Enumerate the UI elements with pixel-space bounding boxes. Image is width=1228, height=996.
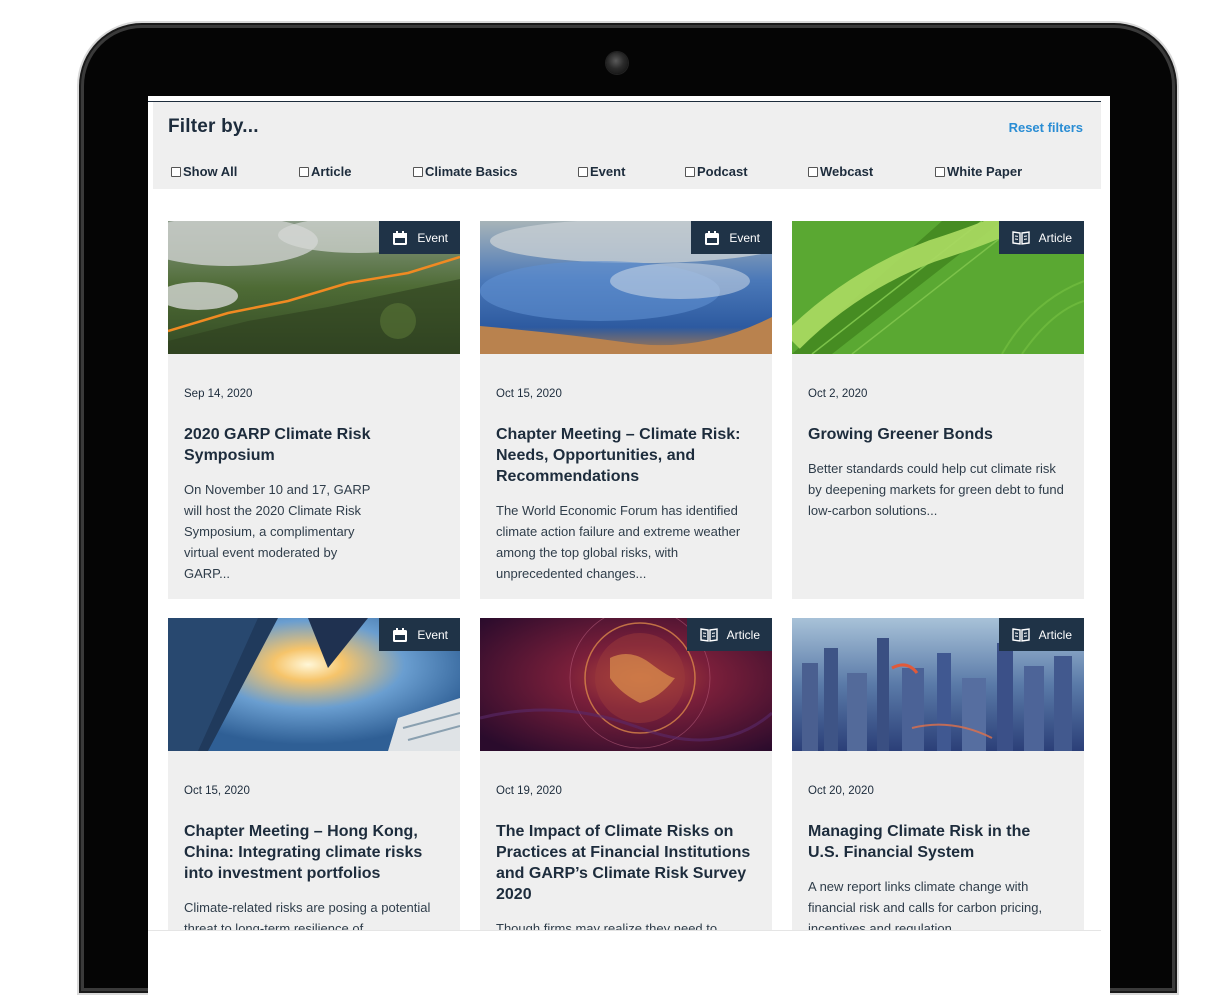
screen-bottom: [148, 931, 1110, 996]
card-date: Oct 15, 2020: [184, 785, 250, 797]
content-card[interactable]: Event Oct 15, 2020 Chapter Meeting – Hon…: [168, 618, 460, 948]
checkbox[interactable]: [299, 166, 309, 177]
card-title[interactable]: Growing Greener Bonds: [808, 424, 1070, 445]
type-badge: Event: [379, 221, 460, 254]
filter-podcast[interactable]: Podcast: [685, 164, 748, 179]
calendar-icon: [393, 230, 408, 245]
reset-filters-link[interactable]: Reset filters: [1009, 120, 1083, 135]
card-date: Oct 19, 2020: [496, 785, 562, 797]
content-card[interactable]: Article Oct 19, 2020 The Impact of Clima…: [480, 618, 772, 948]
card-description: On November 10 and 17, GARP will host th…: [184, 482, 371, 581]
screen: Filter by... Reset filters Show All Arti…: [148, 96, 1110, 996]
filter-show-all[interactable]: Show All: [171, 164, 237, 179]
type-badge: Article: [686, 618, 772, 651]
filter-climate-basics[interactable]: Climate Basics: [413, 164, 518, 179]
checkbox[interactable]: [171, 166, 181, 177]
card-title[interactable]: Chapter Meeting – Climate Risk: Needs, O…: [496, 424, 758, 487]
badge-label: Event: [417, 230, 448, 245]
card-date: Oct 2, 2020: [808, 388, 868, 400]
filter-label: Article: [311, 164, 352, 179]
tablet-frame: Filter by... Reset filters Show All Arti…: [84, 28, 1172, 996]
filter-article[interactable]: Article: [299, 164, 351, 179]
badge-label: Article: [1038, 230, 1072, 245]
filter-label: White Paper: [947, 164, 1023, 179]
type-badge: Article: [998, 221, 1084, 254]
badge-label: Event: [729, 230, 760, 245]
filter-panel: Filter by... Reset filters Show All Arti…: [153, 102, 1101, 189]
filter-label: Podcast: [697, 164, 748, 179]
checkbox[interactable]: [685, 166, 695, 177]
badge-label: Article: [1038, 627, 1072, 642]
checkbox[interactable]: [935, 166, 945, 177]
card-date: Sep 14, 2020: [184, 388, 253, 400]
filter-label: Climate Basics: [425, 164, 518, 179]
filter-label: Event: [590, 164, 626, 179]
type-badge: Event: [379, 618, 460, 651]
filter-label: Show All: [183, 164, 238, 179]
type-badge: Event: [691, 221, 772, 254]
checkbox[interactable]: [578, 166, 588, 177]
camera-icon: [606, 52, 628, 74]
card-title[interactable]: 2020 GARP Climate Risk Symposium: [184, 424, 414, 466]
content-card[interactable]: Event Sep 14, 2020 2020 GARP Climate Ris…: [168, 221, 460, 599]
card-title[interactable]: Chapter Meeting – Hong Kong, China: Inte…: [184, 821, 434, 884]
filter-event[interactable]: Event: [578, 164, 625, 179]
checkbox[interactable]: [808, 166, 818, 177]
card-date: Oct 15, 2020: [496, 388, 562, 400]
content-card[interactable]: Article Oct 2, 2020 Growing Greener Bond…: [792, 221, 1084, 599]
badge-label: Article: [726, 627, 760, 642]
content-card[interactable]: Article Oct 20, 2020 Managing Climate Ri…: [792, 618, 1084, 948]
badge-label: Event: [417, 627, 448, 642]
content-card[interactable]: Event Oct 15, 2020 Chapter Meeting – Cli…: [480, 221, 772, 599]
filter-white-paper[interactable]: White Paper: [935, 164, 1022, 179]
card-title[interactable]: Managing Climate Risk in the U.S. Financ…: [808, 821, 1058, 863]
checkbox[interactable]: [413, 166, 423, 177]
book-icon: [699, 627, 718, 642]
book-icon: [1011, 230, 1030, 245]
card-title[interactable]: The Impact of Climate Risks on Practices…: [496, 821, 764, 905]
card-description: The World Economic Forum has identified …: [496, 503, 741, 581]
card-date: Oct 20, 2020: [808, 785, 874, 797]
type-badge: Article: [998, 618, 1084, 651]
card-description: Better standards could help cut climate …: [808, 461, 1064, 518]
calendar-icon: [393, 627, 408, 642]
filter-webcast[interactable]: Webcast: [808, 164, 873, 179]
book-icon: [1011, 627, 1030, 642]
calendar-icon: [705, 230, 720, 245]
filter-label: Webcast: [820, 164, 874, 179]
filter-title: Filter by...: [168, 116, 259, 137]
